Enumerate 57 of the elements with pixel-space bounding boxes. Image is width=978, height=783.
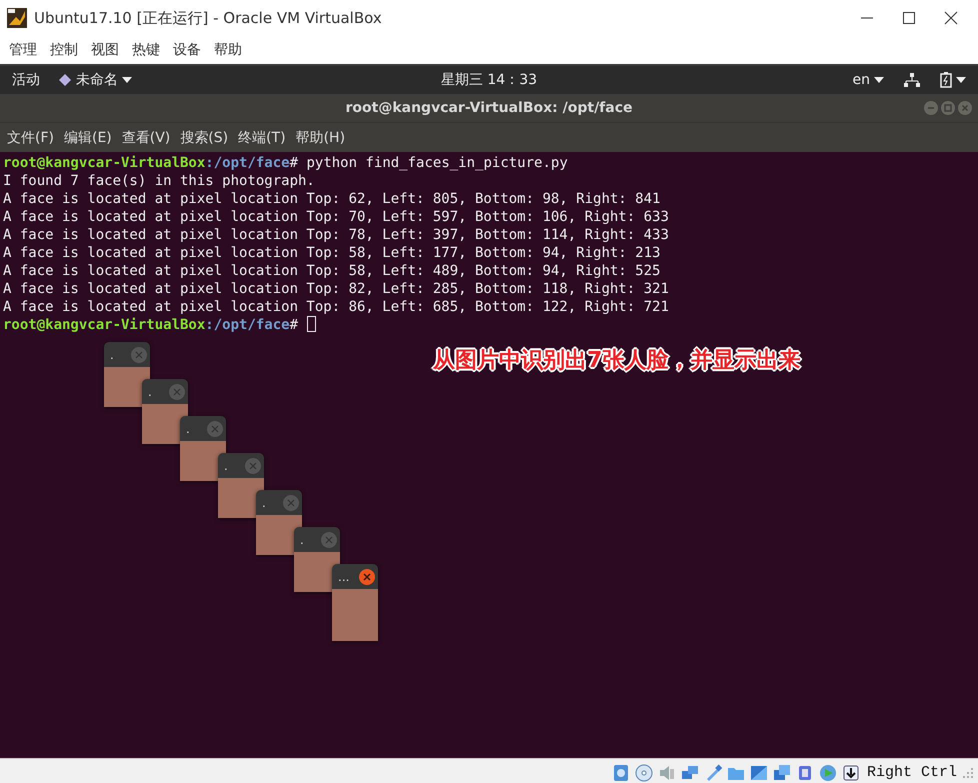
menu-item[interactable]: 编辑(E) <box>60 128 115 146</box>
maximize-icon[interactable] <box>902 11 916 25</box>
app-diamond-icon <box>58 73 72 87</box>
prompt-symbol: # <box>290 316 298 334</box>
face-window[interactable]: ... <box>332 564 378 641</box>
face-window-title: . <box>300 532 304 548</box>
face-window[interactable]: . <box>294 527 340 592</box>
prompt-user-host: root@kangvcar-VirtualBox <box>3 316 206 334</box>
output-line: A face is located at pixel location Top: 82, Left: 285, Bottom: 118, Right: 321 <box>3 280 669 298</box>
prompt-path: :/opt/face <box>205 316 290 334</box>
language-indicator[interactable]: en <box>852 72 870 88</box>
speaker-icon[interactable] <box>658 764 676 782</box>
output-line: A face is located at pixel location Top: 70, Left: 597, Bottom: 106, Right: 633 <box>3 208 669 226</box>
clock[interactable]: 星期三 14：33 <box>440 71 538 89</box>
menu-item[interactable]: 管理 <box>4 41 42 59</box>
menu-item[interactable]: 终端(T) <box>235 128 289 146</box>
resize-grip-icon <box>962 766 974 778</box>
menu-item[interactable]: 帮助(H) <box>292 128 348 146</box>
face-window-title: . <box>186 420 190 438</box>
close-icon[interactable] <box>944 11 958 25</box>
menu-item[interactable]: 设备 <box>168 41 206 59</box>
face-window-title: . <box>110 346 114 364</box>
output-line: A face is located at pixel location Top: 86, Left: 685, Bottom: 122, Right: 721 <box>3 298 669 316</box>
photo-placeholder <box>332 589 378 641</box>
output-line: A face is located at pixel location Top: 58, Left: 177, Bottom: 94, Right: 213 <box>3 244 660 262</box>
terminal-title: root@kangvcar-VirtualBox: /opt/face <box>345 100 633 116</box>
face-window-title: . <box>224 458 228 474</box>
menu-item[interactable]: 帮助 <box>209 41 247 59</box>
menu-item[interactable]: 视图 <box>86 41 124 59</box>
optical-disc-icon[interactable] <box>634 764 653 782</box>
output-line: A face is located at pixel location Top: 62, Left: 805, Bottom: 98, Right: 841 <box>3 190 660 208</box>
menu-item[interactable]: 控制 <box>45 41 83 59</box>
caret-icon[interactable] <box>122 77 132 83</box>
menu-item[interactable]: 查看(V) <box>118 128 174 146</box>
prompt-path: :/opt/face <box>205 154 290 172</box>
command-text: python find_faces_in_picture.py <box>305 154 568 172</box>
host-key-label: Right Ctrl <box>866 764 957 781</box>
output-line: A face is located at pixel location Top: 78, Left: 397, Bottom: 114, Right: 433 <box>3 226 669 244</box>
app-menu-label[interactable]: 未命名 <box>76 71 118 89</box>
face-window-title: ... <box>338 568 350 586</box>
prompt-symbol: # <box>290 154 298 172</box>
network-icon[interactable] <box>904 72 920 88</box>
activities-button[interactable]: 活动 <box>12 71 40 89</box>
menu-item[interactable]: 搜索(S) <box>177 128 232 146</box>
face-window-title: . <box>148 384 152 400</box>
menu-item[interactable]: 文件(F) <box>4 128 57 146</box>
face-window-title: . <box>262 494 266 512</box>
output-line: I found 7 face(s) in this photograph. <box>3 172 315 190</box>
display-icon[interactable] <box>750 764 768 782</box>
window-title: Ubuntu17.10 [正在运行] - Oracle VM VirtualBox <box>34 8 383 28</box>
battery-icon[interactable] <box>940 72 952 88</box>
windows-icon[interactable] <box>772 764 791 782</box>
prompt-user-host: root@kangvcar-VirtualBox <box>3 154 206 172</box>
output-line: A face is located at pixel location Top: 58, Left: 489, Bottom: 94, Right: 525 <box>3 262 660 280</box>
caret-icon[interactable] <box>956 77 966 83</box>
caret-icon[interactable] <box>874 77 884 83</box>
menu-item[interactable]: 热键 <box>127 41 165 59</box>
